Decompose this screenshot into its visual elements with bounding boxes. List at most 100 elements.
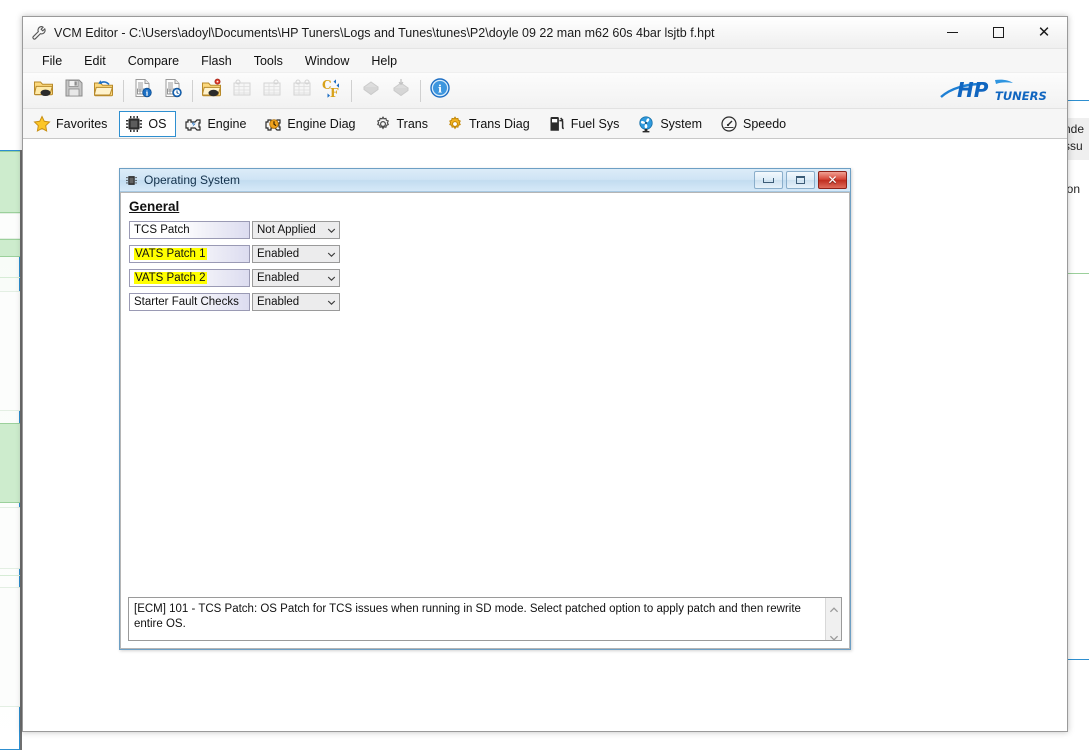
toolbar: i [23,73,1067,109]
save-disk-icon [64,78,84,103]
about-button[interactable]: i [425,76,455,106]
description-text: [ECM] 101 - TCS Patch: OS Patch for TCS … [129,598,825,640]
section-tabs: Favorites OS [23,109,1067,139]
section-title: General [129,199,179,214]
tab-trans[interactable]: Trans [368,111,439,137]
open-file-button[interactable] [29,76,59,106]
close-button[interactable]: ✕ [1021,17,1067,48]
folder-undo-icon [93,78,115,103]
maximize-button[interactable] [975,17,1021,48]
table-button-3[interactable] [287,76,317,106]
tab-label: Trans Diag [469,117,530,131]
file-history-button[interactable] [158,76,188,106]
parameter-dropdown[interactable]: Enabled [252,245,340,263]
os-window-controls: ✕ [754,171,847,189]
chevron-down-icon [327,298,336,307]
tab-label: Engine Diag [287,117,355,131]
parameter-label[interactable]: TCS Patch [129,221,250,239]
toolbar-separator [351,80,352,102]
menubar: File Edit Compare Flash Tools Window Hel… [23,49,1067,73]
background-window-left[interactable] [0,150,20,750]
minimize-button[interactable] [929,17,975,48]
chevron-up-icon[interactable] [829,601,839,609]
parameter-label[interactable]: VATS Patch 2 [129,269,250,287]
description-scrollbar[interactable] [825,598,841,640]
parameter-value-text: Enabled [257,272,299,284]
tab-system[interactable]: System [631,111,712,137]
svg-text:HP: HP [957,78,989,102]
menu-compare[interactable]: Compare [117,51,190,71]
revert-file-button[interactable] [89,76,119,106]
celsius-fahrenheit-icon: C F [321,78,343,103]
chevron-down-icon[interactable] [829,629,839,637]
menu-edit[interactable]: Edit [73,51,117,71]
fan-icon [637,115,655,133]
tab-label: System [660,117,702,131]
svg-text:i: i [438,84,442,96]
tab-label: Speedo [743,117,786,131]
menu-flash[interactable]: Flash [190,51,243,71]
chevron-down-icon [327,226,336,235]
write-vehicle-button[interactable] [386,76,416,106]
chevron-down-icon [327,274,336,283]
os-restore-button[interactable] [786,171,815,189]
parameter-value-text: Not Applied [257,224,316,236]
minimize-icon [763,178,774,183]
tab-engine[interactable]: Engine [178,111,256,137]
folder-settings-button[interactable] [197,76,227,106]
minimize-icon [947,32,958,33]
parameter-value-text: Enabled [257,248,299,260]
toolbar-separator [123,80,124,102]
chip-icon [125,115,143,133]
close-icon: ✕ [1038,25,1051,40]
chevron-down-icon [327,250,336,259]
tab-favorites[interactable]: Favorites [27,111,117,137]
tab-fuel-sys[interactable]: Fuel Sys [542,111,630,137]
units-toggle-button[interactable]: C F [317,76,347,106]
chip-write-icon [390,78,412,103]
vcm-editor-window: VCM Editor - C:\Users\adoyl\Documents\HP… [22,16,1068,732]
parameter-label-text: VATS Patch 2 [134,272,207,284]
menu-help[interactable]: Help [360,51,408,71]
menu-file[interactable]: File [31,51,73,71]
document-info-icon: i [133,78,153,103]
os-close-button[interactable]: ✕ [818,171,847,189]
read-vehicle-button[interactable] [356,76,386,106]
wrench-icon [31,25,47,41]
os-minimize-button[interactable] [754,171,783,189]
parameter-label-text: TCS Patch [134,224,190,236]
mdi-client-area: Operating System ✕ General [23,139,1067,731]
speedometer-icon [720,115,738,133]
svg-text:TUNERS: TUNERS [995,89,1047,103]
window-title: VCM Editor - C:\Users\adoyl\Documents\HP… [54,26,715,40]
chip-icon [125,174,138,187]
tab-os[interactable]: OS [119,111,176,137]
document-history-icon [163,78,183,103]
menu-tools[interactable]: Tools [243,51,294,71]
maximize-icon [993,27,1004,38]
table-icon-2 [262,79,282,102]
table-row: TCS Patch Not Applied [129,221,340,239]
gear-orange-icon [446,115,464,133]
tab-label: Engine [207,117,246,131]
parameter-label[interactable]: VATS Patch 1 [129,245,250,263]
parameter-dropdown[interactable]: Not Applied [252,221,340,239]
toolbar-separator [192,80,193,102]
table-button-2[interactable] [257,76,287,106]
parameter-label[interactable]: Starter Fault Checks [129,293,250,311]
table-icon-1 [232,79,252,102]
tab-trans-diag[interactable]: Trans Diag [440,111,540,137]
parameter-dropdown[interactable]: Enabled [252,293,340,311]
file-info-button[interactable]: i [128,76,158,106]
folder-settings-icon [201,78,223,103]
parameter-dropdown[interactable]: Enabled [252,269,340,287]
table-row: Starter Fault Checks Enabled [129,293,340,311]
os-window-title: Operating System [144,173,240,187]
engine-diag-icon [264,115,282,133]
menu-window[interactable]: Window [294,51,360,71]
table-button-1[interactable] [227,76,257,106]
save-file-button[interactable] [59,76,89,106]
tab-speedo[interactable]: Speedo [714,111,796,137]
tab-engine-diag[interactable]: Engine Diag [258,111,365,137]
close-icon: ✕ [827,174,837,186]
